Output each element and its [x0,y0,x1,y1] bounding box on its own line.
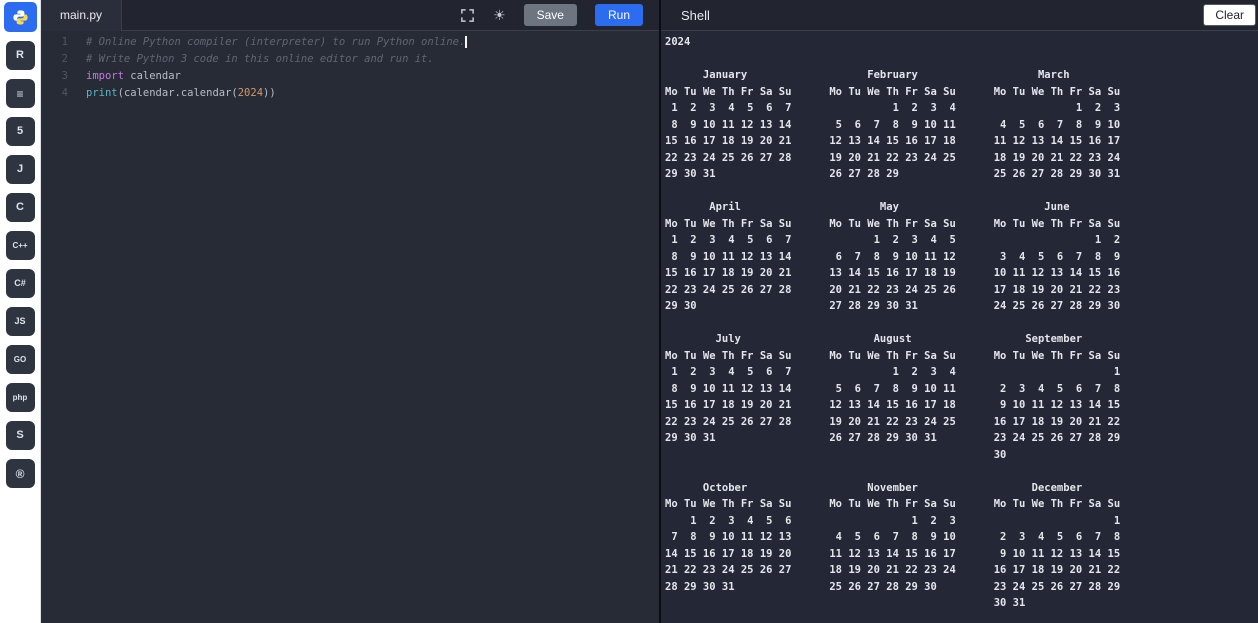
shell-topbar: Shell Clear [661,0,1258,31]
javascript-icon: JS [14,317,25,326]
code-line: # Online Python compiler (interpreter) t… [86,34,467,51]
keyword-token: import [86,70,124,82]
editor-pane: main.py ☀ Save Run 1 2 3 4 [41,0,659,623]
database-icon: ≡ [16,88,23,100]
html5-shield-icon: 5 [17,126,23,137]
main-area: main.py ☀ Save Run 1 2 3 4 [41,0,1258,623]
tab-main-py[interactable]: main.py [41,0,122,31]
code-line: import calendar [86,68,467,85]
sidebar-item-csharp[interactable]: C# [6,269,35,298]
code-content: # Online Python compiler (interpreter) t… [77,34,467,623]
code-line: # Write Python 3 code in this online edi… [86,51,467,68]
tab-label: main.py [60,8,102,22]
comment-text: # Online Python compiler (interpreter) t… [86,36,465,48]
shell-output[interactable]: 2024 January February March Mo Tu We Th … [661,31,1258,623]
editor-topbar: main.py ☀ Save Run [41,0,659,31]
c-language-icon: C [16,202,24,213]
fullscreen-button[interactable] [460,8,475,23]
sidebar-item-cpp[interactable]: C++ [6,231,35,260]
code-line: print(calendar.calendar(2024)) [86,85,467,102]
clear-button[interactable]: Clear [1203,4,1256,26]
shell-title: Shell [661,8,710,23]
sidebar-item-js[interactable]: JS [6,307,35,336]
sidebar-item-r[interactable]: R [6,41,35,70]
sidebar-item-php[interactable]: php [6,383,35,412]
language-sidebar: R ≡ 5 J C C++ C# JS GO php S ® [0,0,41,623]
sun-icon: ☀ [493,8,506,22]
sidebar-item-go[interactable]: GO [6,345,35,374]
identifier-token: calendar [124,70,181,82]
line-number: 3 [41,68,68,85]
theme-toggle-button[interactable]: ☀ [493,8,506,22]
python-icon [12,9,29,26]
cpp-language-icon: C++ [12,242,27,250]
r-language-icon: R [16,50,24,61]
java-coffee-icon: J [17,164,23,175]
save-button[interactable]: Save [524,4,577,26]
fullscreen-icon [460,8,475,23]
sidebar-item-swift[interactable]: S [6,421,35,450]
comment-text: # Write Python 3 code in this online edi… [86,53,434,65]
sidebar-item-java[interactable]: J [6,155,35,184]
line-number: 4 [41,85,68,102]
number-token: 2024 [238,87,263,99]
sidebar-item-python[interactable] [4,2,37,32]
sidebar-item-c[interactable]: C [6,193,35,222]
rust-gear-icon: ® [16,468,25,480]
go-language-icon: GO [14,356,26,364]
line-number: 1 [41,34,68,51]
sidebar-item-html[interactable]: 5 [6,117,35,146]
csharp-language-icon: C# [14,279,26,288]
text-cursor [465,36,467,48]
identifier-token: calendar.calendar [124,87,231,99]
code-editor[interactable]: 1 2 3 4 # Online Python compiler (interp… [41,31,659,623]
shell-pane: Shell Clear 2024 January February March … [659,0,1258,623]
run-button[interactable]: Run [595,4,643,26]
line-numbers: 1 2 3 4 [41,34,77,623]
php-language-icon: php [13,394,28,402]
builtin-token: print [86,87,118,99]
sidebar-item-rust[interactable]: ® [6,459,35,488]
swift-bird-icon: S [16,430,23,441]
line-number: 2 [41,51,68,68]
editor-toolbar: ☀ Save Run [460,4,659,26]
sidebar-item-sql[interactable]: ≡ [6,79,35,108]
punct-token: )) [263,87,276,99]
